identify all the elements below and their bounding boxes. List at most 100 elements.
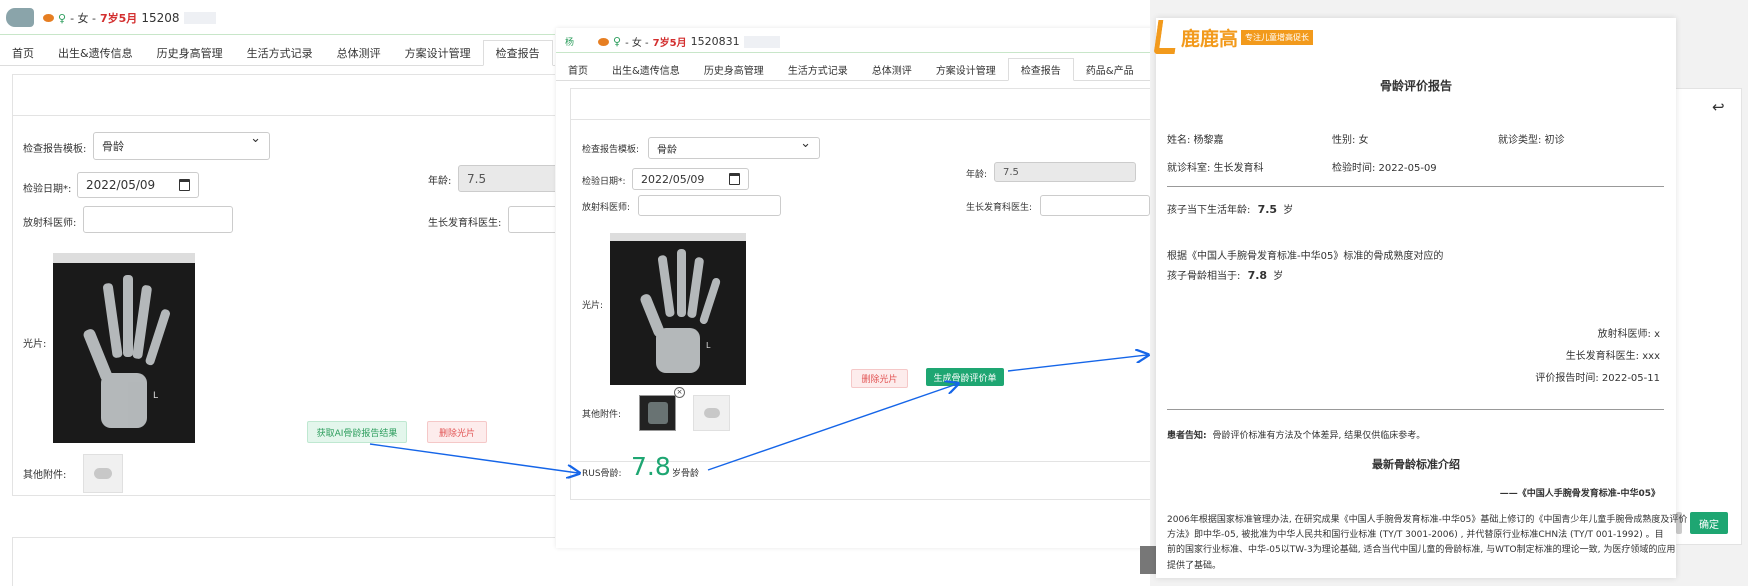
- latest-standard-ref: ——《中国人手腕骨发育标准-中华05》: [1499, 489, 1660, 499]
- xray-image[interactable]: L: [610, 233, 746, 385]
- main-tabs: 首页 出生&遗传信息 历史身高管理 生活方式记录 总体测评 方案设计管理 检查报…: [556, 58, 1156, 81]
- chat-icon[interactable]: [598, 37, 610, 46]
- calendar-icon[interactable]: [179, 179, 190, 191]
- template-select[interactable]: 骨龄: [648, 136, 820, 159]
- patient-age: 7岁5月: [100, 12, 138, 25]
- growth-doctor-label: 生长发育科医生:: [966, 203, 1033, 213]
- confirm-button[interactable]: 确定: [1690, 512, 1728, 534]
- panel-patient-report-editor: ♀ - 女 - 7岁5月 15208 首页 出生&遗传信息 历史身高管理 生活方…: [0, 0, 555, 586]
- radiologist-label: 放射科医师:: [582, 203, 631, 213]
- tab-birth-genetics[interactable]: 出生&遗传信息: [46, 40, 145, 65]
- growth-doctor-sign: 生长发育科医生: xxx: [1565, 351, 1660, 362]
- intro-paragraph-3: 前的国家行业标准、中华-05以TW-3为理论基础, 适合当代中国儿童的骨龄标准,…: [1167, 545, 1676, 555]
- radiologist-input[interactable]: [83, 206, 233, 233]
- intro-paragraph-2: 方法》即中华-05, 被批准为中华人民共和国行业标准 (TY/T 3001-20…: [1167, 530, 1664, 540]
- generate-evaluation-button[interactable]: 生成骨龄评价单: [926, 368, 1004, 386]
- age-label: 年龄:: [966, 170, 988, 180]
- chat-icon[interactable]: [43, 14, 54, 22]
- person-icon: ♀: [58, 11, 67, 25]
- date-label: 检验日期*:: [582, 177, 626, 187]
- tab-overall-assessment[interactable]: 总体测评: [860, 58, 924, 80]
- xray-label: 光片:: [582, 301, 604, 311]
- xray-thumb: [647, 402, 668, 424]
- ai-bone-age-button[interactable]: 获取AI骨龄报告结果: [307, 421, 407, 443]
- hand-xray-graphic: L: [53, 253, 195, 428]
- growth-doctor-label: 生长发育科医生:: [428, 218, 502, 229]
- hand-xray-graphic: L: [610, 233, 746, 373]
- bone-age-report: 鹿鹿高 专注儿童增高促长 骨龄评价报告 姓名: 杨黎嘉 性别: 女 就诊类型: …: [1153, 18, 1687, 578]
- tab-exam-report[interactable]: 检查报告: [482, 40, 553, 66]
- panel-bone-age-result: 杨 ♀ - 女 - 7岁5月 1520831 首页 出生&遗传信息 历史身高管理…: [556, 28, 1156, 548]
- report-time: 评价报告时间: 2022-05-11: [1535, 373, 1660, 384]
- attachments-label: 其他附件:: [23, 470, 67, 481]
- tab-plan-design[interactable]: 方案设计管理: [393, 40, 483, 65]
- tab-exam-report[interactable]: 检查报告: [1007, 58, 1074, 81]
- radiologist-label: 放射科医师:: [23, 218, 77, 229]
- attachment-upload[interactable]: [693, 395, 730, 431]
- age-label: 年龄:: [428, 176, 452, 187]
- patient-name: 杨: [565, 38, 575, 48]
- cloud-upload-icon: [94, 468, 112, 479]
- growth-doctor-input[interactable]: [1040, 195, 1150, 216]
- remove-attachment-icon[interactable]: ×: [674, 387, 685, 398]
- calendar-icon[interactable]: [729, 173, 740, 185]
- tab-height-history[interactable]: 历史身高管理: [145, 40, 235, 65]
- patient-header: ♀ - 女 - 7岁5月 15208: [0, 0, 555, 35]
- patient-sex: 性别: 女: [1332, 135, 1369, 146]
- tab-home[interactable]: 首页: [0, 40, 46, 65]
- xray-label: 光片:: [23, 339, 47, 350]
- department: 就诊科室: 生长发育科: [1167, 163, 1264, 174]
- patient-age: 7岁5月: [652, 38, 687, 49]
- tab-birth-genetics[interactable]: 出生&遗传信息: [600, 58, 692, 80]
- person-icon: ♀: [613, 35, 622, 48]
- redaction: [183, 12, 216, 24]
- visit-type: 就诊类型: 初诊: [1498, 135, 1565, 146]
- brand-tagline: 专注儿童增高促长: [1241, 29, 1314, 45]
- tab-home[interactable]: 首页: [556, 58, 600, 80]
- svg-text:L: L: [706, 341, 711, 350]
- brand-name: 鹿鹿高: [1181, 27, 1239, 50]
- tab-lifestyle[interactable]: 生活方式记录: [235, 40, 325, 65]
- patient-header: 杨 ♀ - 女 - 7岁5月 1520831: [556, 28, 1156, 53]
- delete-xray-button[interactable]: 删除光片: [427, 421, 487, 443]
- divider-bottom: [1167, 409, 1664, 410]
- date-input[interactable]: 2022/05/09: [77, 172, 199, 198]
- age-input: 7.5: [458, 165, 555, 192]
- attachment-upload[interactable]: [83, 454, 123, 493]
- xray-image[interactable]: L: [53, 253, 195, 443]
- tab-overall-assessment[interactable]: 总体测评: [325, 40, 393, 65]
- age-input: 7.5: [994, 162, 1136, 182]
- attachments-label: 其他附件:: [582, 410, 622, 420]
- patient-phone: 15208: [141, 11, 180, 25]
- card-divider: [13, 115, 555, 116]
- intro-paragraph-1: 2006年根据国家标准管理办法, 在研究成果《中国人手腕骨发育标准-中华05》基…: [1167, 515, 1688, 525]
- radiologist-input[interactable]: [638, 195, 781, 216]
- tab-drugs-products[interactable]: 药品&产品: [1074, 58, 1146, 80]
- patient-sex: - 女 -: [625, 38, 649, 49]
- bone-age-line: 孩子骨龄相当于: 7.8 岁: [1167, 269, 1284, 282]
- template-label: 检查报告模板:: [23, 144, 87, 155]
- date-input[interactable]: 2022/05/09: [632, 168, 749, 190]
- tab-plan-design[interactable]: 方案设计管理: [924, 58, 1008, 80]
- patient-name: 姓名: 杨黎嘉: [1167, 135, 1224, 146]
- back-icon[interactable]: ↩: [1712, 98, 1725, 116]
- template-label: 检查报告模板:: [582, 145, 640, 155]
- growth-doctor-input[interactable]: [508, 206, 555, 233]
- svg-text:L: L: [153, 391, 158, 401]
- footer-card: [12, 537, 555, 586]
- divider-top: [1167, 186, 1664, 187]
- tab-lifestyle[interactable]: 生活方式记录: [776, 58, 860, 80]
- brand-logo: 鹿鹿高 专注儿童增高促长: [1153, 20, 1314, 54]
- attachment-thumbnail[interactable]: [639, 395, 676, 431]
- delete-xray-button[interactable]: 删除光片: [851, 369, 908, 388]
- date-label: 检验日期*:: [23, 184, 72, 195]
- report-title: 骨龄评价报告: [1379, 79, 1452, 93]
- current-age-line: 孩子当下生活年龄: 7.5 岁: [1167, 203, 1294, 216]
- giraffe-logo-icon: [1153, 20, 1180, 54]
- template-select[interactable]: 骨龄: [93, 131, 270, 160]
- tab-height-history[interactable]: 历史身高管理: [692, 58, 776, 80]
- latest-standard-title: 最新骨龄标准介绍: [1372, 458, 1460, 471]
- patient-phone: 1520831: [690, 35, 740, 48]
- intro-paragraph-4: 提供了基础。: [1167, 561, 1222, 571]
- avatar: [6, 8, 34, 27]
